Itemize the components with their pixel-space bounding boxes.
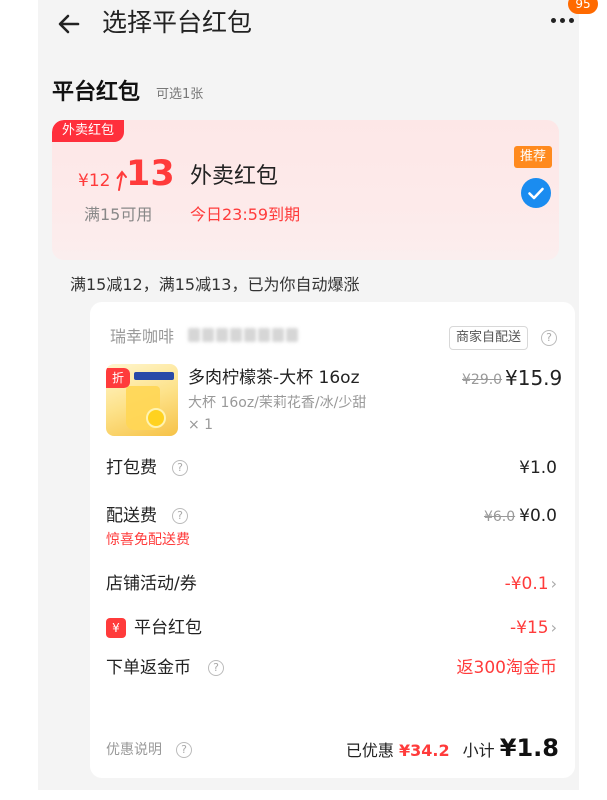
packing-fee-value: ¥1.0 [519,458,557,478]
lemon-icon [146,408,166,428]
coins-value: 返300淘金币 [456,658,557,678]
product-quantity: × 1 [188,417,214,433]
more-options-icon[interactable] [551,16,577,26]
store-promo-value: -¥0.1 [504,574,549,594]
platform-coupon-icon: ¥ [106,618,126,638]
coupon-type-tag: 外卖红包 [52,120,125,142]
order-summary-card: 瑞幸咖啡 商家自配送 ? 折 多肉柠檬茶-大杯 16oz 大杯 16oz/茉莉花… [90,302,575,778]
product-price: ¥15.9 [505,366,563,390]
help-icon[interactable]: ? [208,660,224,676]
section-subtitle: 可选1张 [156,87,204,102]
delivery-fee-value: ¥0.0 [519,506,557,526]
brand-logo-icon [134,372,174,380]
discount-tag: 折 [106,368,130,388]
packing-fee-label: 打包费 [106,458,157,478]
help-icon[interactable]: ? [172,460,188,476]
delivery-fee-original: ¥6.0 [483,509,516,525]
coupon-expire: 今日23:59到期 [190,205,301,224]
product-thumbnail: 折 [106,364,178,436]
header: 选择平台红包 95 [38,0,598,52]
platform-coupon-label: 平台红包 [134,618,202,638]
chevron-right-icon: › [550,574,557,593]
product-original-price: ¥29.0 [462,372,503,388]
delivery-mode-tag: 商家自配送 [449,326,529,350]
back-arrow-icon[interactable] [54,9,84,39]
order-total: 已优惠 ¥34.2 小计 ¥1.8 [346,732,559,767]
free-delivery-note: 惊喜免配送费 [106,532,190,548]
coins-label: 下单返金币 [106,658,191,678]
platform-coupon-value: -¥15 [510,618,549,638]
blurred-store-location [188,327,308,347]
discount-explanation-link[interactable]: 优惠说明 [106,740,162,760]
help-icon[interactable]: ? [172,508,188,524]
check-icon[interactable] [521,178,551,208]
coupon-old-amount: ¥12 [78,171,111,191]
saved-value: ¥34.2 [398,741,450,760]
shop-name: 瑞幸咖啡 [110,327,175,346]
coupon-condition: 满15可用 [84,205,153,224]
store-promo-row[interactable]: -¥0.1 › [505,572,557,596]
help-icon[interactable]: ? [541,330,557,346]
delivery-fee: ¥6.0 ¥0.0 [484,504,557,529]
section-title: 平台红包 [52,80,141,105]
help-icon[interactable]: ? [176,742,192,758]
chevron-right-icon: › [550,618,557,637]
product-spec: 大杯 16oz/茉莉花香/冰/少甜 [188,395,367,411]
coupon-name: 外卖红包 [190,164,279,189]
delivery-fee-label: 配送费 [106,506,157,526]
coupon-new-amount: 13 [126,154,175,194]
store-promo-label: 店铺活动/券 [106,574,197,594]
subtotal-label: 小计 [462,741,495,760]
notification-badge: 95 [568,0,598,14]
subtotal-value: ¥1.8 [499,734,559,762]
platform-coupon-row[interactable]: -¥15 › [510,616,557,640]
saved-label: 已优惠 [345,741,394,760]
boost-message: 满15减12，满15减13，已为你自动爆涨 [70,275,360,294]
product-name: 多肉柠檬茶-大杯 16oz [188,368,360,388]
recommend-tag: 推荐 [514,146,553,168]
page-title: 选择平台红包 [102,8,253,37]
coupon-card[interactable]: 外卖红包 ¥12 13 外卖红包 满15可用 今日23:59到期 推荐 [52,120,559,260]
